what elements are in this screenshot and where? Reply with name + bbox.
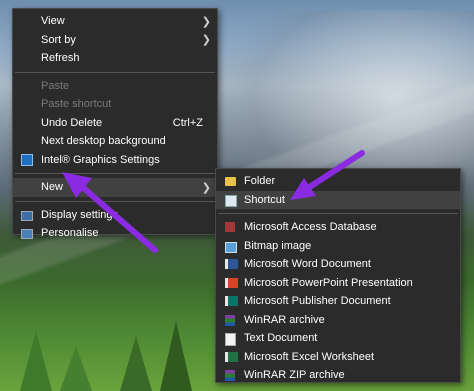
menu-item-label: Intel® Graphics Settings [41, 153, 160, 166]
submenu-item-label: Microsoft PowerPoint Presentation [244, 276, 413, 289]
submenu-item-label: Microsoft Publisher Document [244, 295, 391, 308]
chevron-right-icon: ❯ [201, 15, 211, 28]
submenu-item-text-document[interactable]: Text Document [216, 329, 460, 348]
menu-item-label: Sort by [41, 33, 76, 46]
menu-item-sort-by[interactable]: Sort by ❯ [13, 31, 217, 50]
menu-separator [15, 200, 215, 202]
submenu-item-label: Shortcut [244, 193, 285, 206]
menu-item-new[interactable]: New ❯ [13, 178, 217, 197]
menu-item-label: Refresh [41, 52, 80, 65]
submenu-item-winrar-zip[interactable]: WinRAR ZIP archive [216, 366, 460, 385]
menu-item-paste-shortcut: Paste shortcut [13, 95, 217, 114]
text-document-icon [225, 333, 236, 346]
submenu-item-folder[interactable]: Folder [216, 172, 460, 191]
submenu-item-label: Microsoft Access Database [244, 221, 377, 234]
tree [60, 346, 92, 391]
menu-item-label: Personalise [41, 227, 99, 240]
submenu-item-label: WinRAR ZIP archive [244, 369, 345, 382]
submenu-item-label: Text Document [244, 332, 318, 345]
menu-separator [218, 213, 458, 214]
menu-item-refresh[interactable]: Refresh [13, 49, 217, 68]
shortcut-icon [225, 194, 237, 207]
tree [20, 331, 52, 391]
submenu-item-publisher[interactable]: Microsoft Publisher Document [216, 292, 460, 311]
menu-separator [15, 71, 215, 73]
submenu-item-label: Microsoft Excel Worksheet [244, 350, 375, 363]
submenu-item-shortcut[interactable]: Shortcut [216, 190, 460, 209]
menu-item-label: Paste [41, 79, 70, 92]
access-icon [225, 222, 235, 232]
submenu-item-label: Bitmap image [244, 239, 312, 252]
menu-item-intel-graphics[interactable]: Intel® Graphics Settings [13, 151, 217, 170]
menu-item-undo-delete[interactable]: Undo Delete Ctrl+Z [13, 114, 217, 133]
menu-item-label: Paste shortcut [41, 98, 112, 111]
menu-item-personalise[interactable]: Personalise [13, 224, 217, 243]
submenu-item-word[interactable]: Microsoft Word Document [216, 255, 460, 274]
tree [120, 336, 152, 391]
bitmap-icon [225, 241, 237, 253]
submenu-item-label: WinRAR archive [244, 313, 325, 326]
display-icon [21, 210, 33, 221]
chevron-right-icon: ❯ [201, 181, 211, 194]
menu-item-display-settings[interactable]: Display settings [13, 206, 217, 225]
excel-icon [225, 351, 238, 362]
new-submenu: Folder Shortcut Microsoft Access Databas… [215, 168, 461, 383]
submenu-item-bitmap[interactable]: Bitmap image [216, 237, 460, 256]
menu-separator [15, 173, 215, 174]
powerpoint-icon [225, 277, 238, 288]
winrar-icon [225, 314, 235, 326]
submenu-item-powerpoint[interactable]: Microsoft PowerPoint Presentation [216, 274, 460, 293]
publisher-icon [225, 296, 238, 306]
submenu-item-label: Microsoft Word Document [244, 258, 371, 271]
folder-icon [225, 177, 236, 186]
menu-item-label: Next desktop background [41, 135, 166, 148]
menu-item-label: Display settings [41, 208, 119, 221]
word-icon [225, 259, 238, 269]
submenu-item-excel[interactable]: Microsoft Excel Worksheet [216, 348, 460, 367]
menu-item-label: View [41, 15, 65, 28]
chevron-right-icon: ❯ [201, 34, 211, 47]
intel-graphics-icon [21, 153, 33, 166]
desktop-context-menu: View ❯ Sort by ❯ Refresh Paste Paste sho… [12, 8, 218, 239]
menu-item-shortcut: Ctrl+Z [172, 116, 203, 129]
submenu-item-access[interactable]: Microsoft Access Database [216, 218, 460, 237]
submenu-item-winrar[interactable]: WinRAR archive [216, 311, 460, 330]
menu-item-paste: Paste [13, 77, 217, 96]
menu-item-next-desktop-background[interactable]: Next desktop background [13, 132, 217, 151]
menu-item-view[interactable]: View ❯ [13, 12, 217, 31]
personalise-icon [21, 229, 33, 239]
tree [160, 321, 192, 391]
menu-item-label: Undo Delete [41, 116, 103, 129]
submenu-item-label: Folder [244, 175, 276, 188]
winrar-zip-icon [225, 370, 235, 381]
menu-item-label: New [41, 181, 64, 194]
